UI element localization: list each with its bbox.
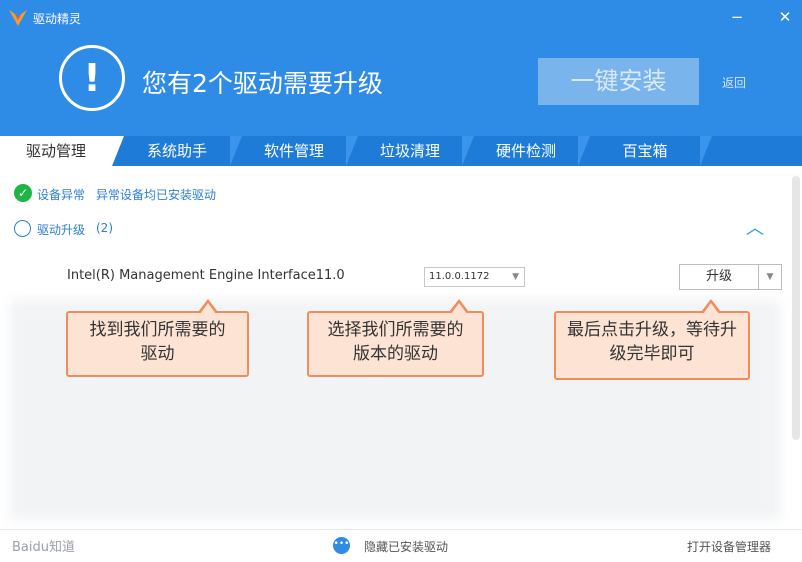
tab-separator xyxy=(346,136,358,166)
list-scrollbar[interactable] xyxy=(792,176,800,440)
callout-text: 最后点击升级，等待升级完毕即可 xyxy=(567,320,737,364)
callout-tail xyxy=(200,303,216,314)
driver-upgrade-radio[interactable] xyxy=(14,220,31,237)
dropdown-arrow-icon: ▼ xyxy=(512,272,519,282)
driver-upgrade-count: (2) xyxy=(96,221,113,235)
baidu-watermark: Baidu知道 xyxy=(12,540,75,555)
tab-hardware-detection[interactable]: 硬件检测 xyxy=(474,136,578,166)
title-header: 驱动精灵 − ✕ ! 您有2个驱动需要升级 一键安装 返回 xyxy=(0,0,802,136)
app-logo-icon xyxy=(9,10,27,26)
tab-separator xyxy=(230,136,242,166)
device-error-note: 异常设备均已安装驱动 xyxy=(96,188,217,202)
callout-text: 找到我们所需要的驱动 xyxy=(89,320,226,364)
callout-click-upgrade: 最后点击升级，等待升级完毕即可 xyxy=(554,299,750,380)
driver-upgrade-label[interactable]: 驱动升级 xyxy=(37,221,85,238)
main-tab-bar: 驱动管理 系统助手 软件管理 垃圾清理 硬件检测 百宝箱 xyxy=(0,136,802,166)
tab-driver-management[interactable]: 驱动管理 xyxy=(0,136,112,166)
tab-separator xyxy=(578,136,590,166)
app-title: 驱动精灵 xyxy=(33,12,82,26)
page-headline: 您有2个驱动需要升级 xyxy=(142,69,383,98)
driver-name: Intel(R) Management Engine Interface11.0 xyxy=(67,268,345,283)
tab-separator xyxy=(700,136,712,166)
tab-junk-cleanup[interactable]: 垃圾清理 xyxy=(358,136,462,166)
callout-text: 选择我们所需要的版本的驱动 xyxy=(327,320,464,364)
tab-toolbox[interactable]: 百宝箱 xyxy=(590,136,700,166)
device-error-label[interactable]: 设备异常 xyxy=(37,186,85,203)
one-click-install-button[interactable]: 一键安装 xyxy=(538,58,699,105)
callout-find-driver: 找到我们所需要的驱动 xyxy=(66,299,249,377)
version-select[interactable]: 11.0.0.1172 ▼ xyxy=(424,267,525,287)
tab-software-management[interactable]: 软件管理 xyxy=(242,136,346,166)
callout-tail xyxy=(451,303,467,314)
tab-system-assistant[interactable]: 系统助手 xyxy=(124,136,230,166)
check-icon: ✓ xyxy=(14,184,32,202)
callout-tail xyxy=(703,303,719,314)
callout-choose-version: 选择我们所需要的版本的驱动 xyxy=(307,299,484,377)
back-link[interactable]: 返回 xyxy=(722,74,746,91)
close-button[interactable]: ✕ xyxy=(776,8,794,26)
alert-icon: ! xyxy=(59,45,125,111)
open-device-manager-link[interactable]: 打开设备管理器 xyxy=(687,538,771,555)
chevron-up-icon[interactable]: ︿ xyxy=(745,220,765,238)
tab-separator xyxy=(112,136,124,166)
hide-installed-drivers-link[interactable]: 隐藏已安装驱动 xyxy=(364,538,448,555)
upgrade-button[interactable]: 升级 xyxy=(679,264,759,290)
upgrade-dropdown-button[interactable]: ▼ xyxy=(758,264,782,290)
tab-separator xyxy=(462,136,474,166)
more-icon[interactable]: ••• xyxy=(333,537,350,554)
minimize-button[interactable]: − xyxy=(728,8,746,26)
version-select-value: 11.0.0.1172 xyxy=(429,271,490,282)
